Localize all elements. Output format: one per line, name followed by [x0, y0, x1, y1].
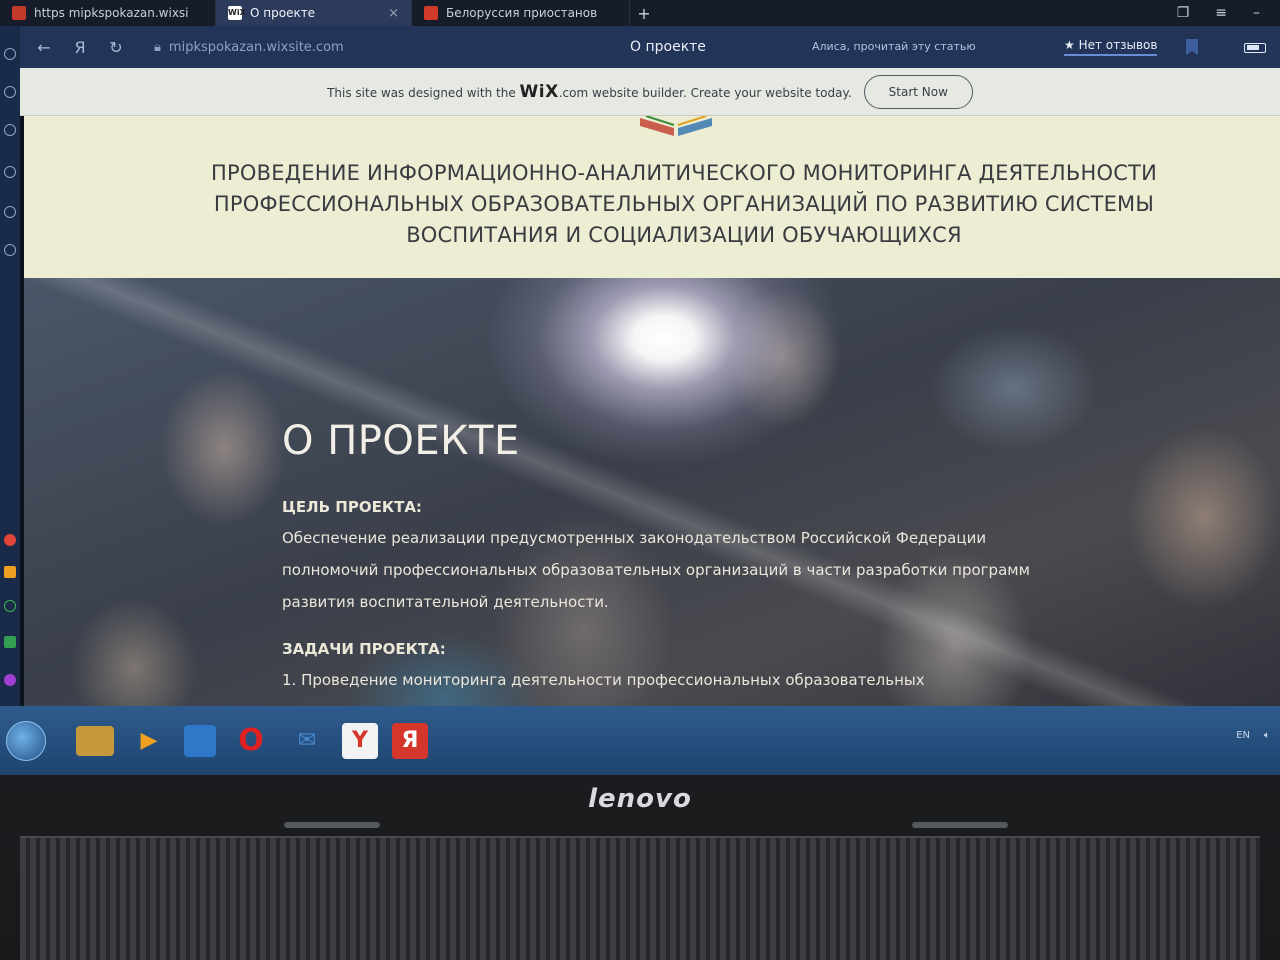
- site-header: ПРОВЕДЕНИЕ ИНФОРМАЦИОННО-АНАЛИТИЧЕСКОГО …: [24, 116, 1280, 278]
- tab-mipkspokazan[interactable]: https mipkspokazan.wixsi: [0, 0, 216, 26]
- open-book-logo-icon: [640, 116, 712, 136]
- wix-promo-text: This site was designed with the WiX.com …: [327, 82, 852, 102]
- photo-of-laptop: https mipkspokazan.wixsi WiX О проекте ×…: [0, 0, 1280, 960]
- volume-icon[interactable]: 🔈︎: [1264, 730, 1270, 741]
- laptop-speaker-grille: [20, 836, 1260, 960]
- wix-text-after: .com website builder. Create your websit…: [558, 85, 852, 100]
- goal-label: ЦЕЛЬ ПРОЕКТА:: [282, 498, 422, 516]
- yandex-favicon-icon: [12, 6, 26, 20]
- tab-label: https mipkspokazan.wixsi: [34, 6, 189, 20]
- site-title: ПРОВЕДЕНИЕ ИНФОРМАЦИОННО-АНАЛИТИЧЕСКОГО …: [211, 161, 1157, 247]
- close-tab-icon[interactable]: ×: [388, 6, 399, 21]
- page-heading: О ПРОЕКТЕ: [282, 418, 520, 464]
- plus-icon[interactable]: [4, 600, 16, 612]
- yandex-y-icon[interactable]: Y: [342, 722, 378, 759]
- mail-icon[interactable]: ✉: [286, 720, 328, 762]
- alice-read-button[interactable]: Алиса, прочитай эту статью: [812, 40, 976, 53]
- mail-icon[interactable]: [4, 566, 16, 578]
- minimize-icon[interactable]: –: [1253, 5, 1260, 21]
- laptop-screen: https mipkspokazan.wixsi WiX О проекте ×…: [0, 0, 1280, 775]
- hero-content: О ПРОЕКТЕ ЦЕЛЬ ПРОЕКТА: Обеспечение реал…: [282, 418, 1042, 696]
- save-icon[interactable]: [184, 724, 216, 757]
- sidebar-icon[interactable]: [4, 244, 16, 256]
- alice-icon[interactable]: [4, 674, 16, 686]
- bookmark-icon[interactable]: [1186, 39, 1198, 55]
- task-item: 1. Проведение мониторинга деятельности п…: [282, 671, 925, 689]
- sidebar-icon[interactable]: [4, 166, 16, 178]
- url-field[interactable]: 🔒︎ mipkspokazan.wixsite.com: [144, 33, 384, 61]
- tasks-label: ЗАДАЧИ ПРОЕКТА:: [282, 640, 446, 658]
- address-bar: ← Я ↻ 🔒︎ mipkspokazan.wixsite.com О прое…: [0, 26, 1280, 68]
- start-now-button[interactable]: Start Now: [863, 74, 973, 109]
- url-text: mipkspokazan.wixsite.com: [168, 39, 344, 55]
- new-tab-button[interactable]: +: [630, 0, 658, 26]
- browser-side-panel: [0, 26, 20, 706]
- wix-promo-banner: This site was designed with the WiX.com …: [20, 68, 1280, 116]
- sidebar-icon[interactable]: [4, 206, 16, 218]
- tab-o-proekte[interactable]: WiX О проекте ×: [216, 0, 412, 26]
- play-icon[interactable]: [4, 636, 16, 648]
- system-tray: EN 🔈︎: [1236, 730, 1270, 741]
- windows-taskbar: ▶ O ✉ Y Я EN 🔈︎: [0, 706, 1280, 775]
- back-arrow-icon[interactable]: ←: [26, 38, 62, 57]
- wix-logo: WiX: [519, 81, 559, 102]
- yandex-browser-icon[interactable]: Я: [392, 722, 428, 759]
- sidebar-icon[interactable]: [4, 48, 16, 60]
- media-icon[interactable]: ▶: [128, 720, 170, 762]
- browser-tab-bar: https mipkspokazan.wixsi WiX О проекте ×…: [0, 0, 1280, 26]
- opera-icon[interactable]: O: [230, 720, 272, 762]
- tab-label: О проекте: [250, 6, 316, 20]
- language-indicator[interactable]: EN: [1236, 730, 1250, 741]
- wix-favicon-icon: WiX: [228, 6, 246, 20]
- hero-section: О ПРОЕКТЕ ЦЕЛЬ ПРОЕКТА: Обеспечение реал…: [24, 278, 1280, 730]
- window-controls: ❐ ≡ –: [1177, 0, 1260, 26]
- yandex-home-icon[interactable]: Я: [62, 38, 98, 57]
- laptop-brand-logo: lenovo: [588, 784, 692, 814]
- sidebar-icon[interactable]: [4, 124, 16, 136]
- menu-icon[interactable]: ≡: [1215, 5, 1227, 21]
- umbrella-icon[interactable]: [4, 534, 16, 546]
- address-page-title: О проекте: [630, 39, 706, 55]
- hinge: [284, 822, 380, 828]
- start-button[interactable]: [6, 720, 46, 761]
- battery-icon: [1244, 43, 1266, 53]
- goal-text: Обеспечение реализации предусмотренных з…: [282, 529, 1030, 611]
- wix-text-before: This site was designed with the: [327, 85, 516, 100]
- lock-icon: 🔒︎: [154, 39, 161, 55]
- hinge: [912, 822, 1008, 828]
- folder-icon[interactable]: [76, 725, 114, 756]
- sidebar-icon[interactable]: [4, 86, 16, 98]
- reviews-button[interactable]: ★ Нет отзывов: [1064, 38, 1158, 56]
- tab-label: Белоруссия приостанов: [446, 6, 598, 20]
- reload-icon[interactable]: ↻: [98, 38, 134, 57]
- tab-belorussia[interactable]: Белоруссия приостанов: [412, 0, 630, 26]
- news-favicon-icon: [424, 6, 438, 20]
- tabs-overview-icon[interactable]: ❐: [1177, 5, 1190, 21]
